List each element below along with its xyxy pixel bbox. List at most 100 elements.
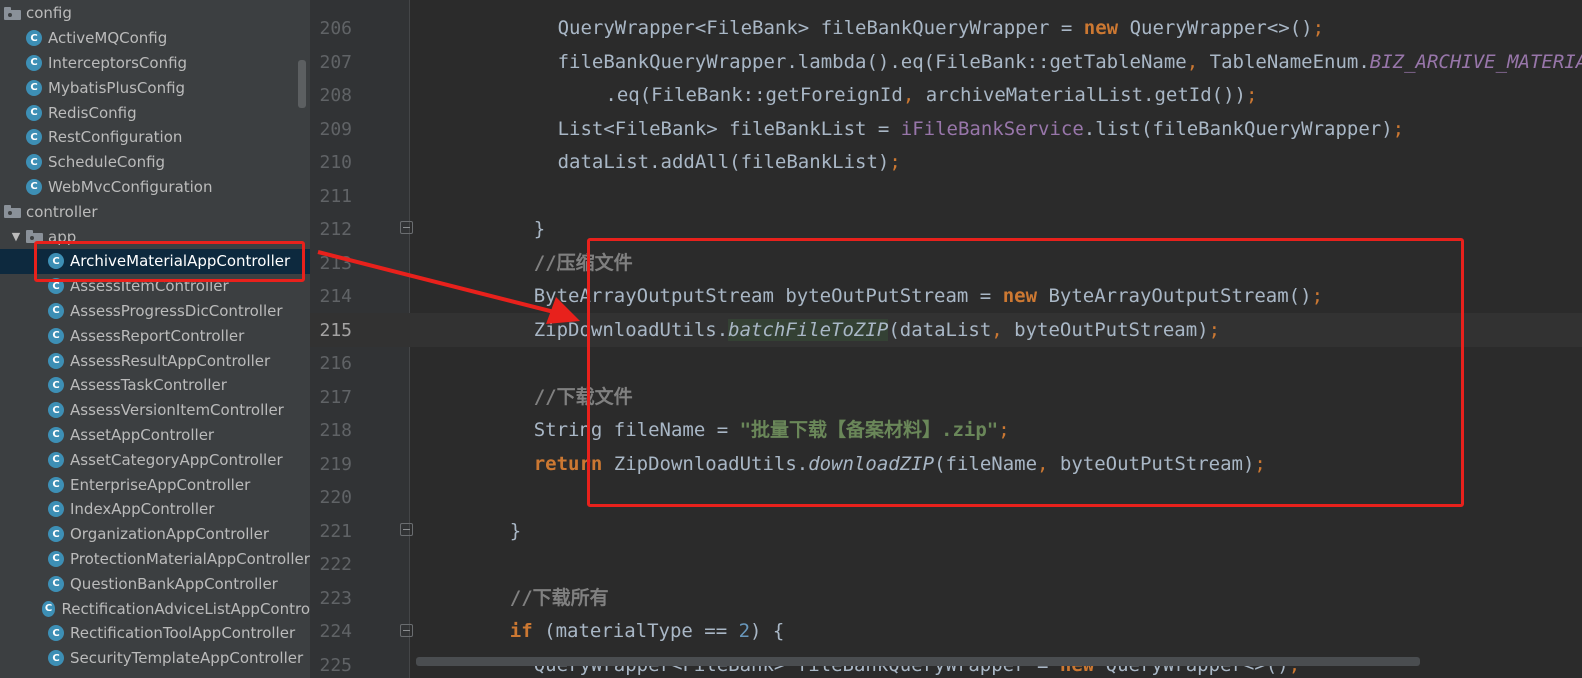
line-number: 215 bbox=[319, 319, 352, 341]
line-number: 211 bbox=[319, 185, 352, 207]
tree-item-label: WebMvcConfiguration bbox=[48, 177, 213, 196]
tree-item-label: AssessReportController bbox=[70, 326, 245, 345]
java-class-icon: C bbox=[48, 377, 64, 394]
java-class-icon: C bbox=[48, 327, 64, 344]
tree-item-label: AssetAppController bbox=[70, 425, 215, 444]
horizontal-scrollbar[interactable] bbox=[416, 657, 1420, 666]
line-number: 210 bbox=[319, 152, 352, 173]
line-number: 207 bbox=[319, 51, 352, 73]
code-line[interactable]: List<FileBank> fileBankList = iFileBankS… bbox=[558, 113, 1405, 147]
code-token: .eq(FileBank::getForeignId bbox=[605, 84, 903, 106]
tree-class-item[interactable]: C AssessProgressDicController bbox=[0, 299, 310, 324]
code-line[interactable]: dataList.addAll(fileBankList); bbox=[558, 146, 901, 180]
expand-arrow-icon[interactable]: ▼ bbox=[8, 230, 24, 243]
tree-item-label: QuestionBankAppController bbox=[70, 574, 278, 593]
tree-item-label: AssetCategoryAppController bbox=[70, 450, 283, 469]
java-class-icon: C bbox=[48, 625, 64, 642]
code-line[interactable]: } bbox=[510, 515, 521, 549]
code-token: BIZ_ARCHIVE_MATERIAL bbox=[1369, 50, 1582, 73]
code-token: (materialType == bbox=[532, 620, 739, 642]
tree-class-item[interactable]: C AssetCategoryAppController bbox=[0, 447, 310, 472]
tree-class-item[interactable]: C RestConfiguration bbox=[0, 125, 310, 150]
tree-folder[interactable]: controller bbox=[0, 199, 310, 224]
tree-item-label: AssessProgressDicController bbox=[70, 301, 283, 320]
sidebar-scrollbar[interactable] bbox=[298, 60, 306, 108]
line-number: 221 bbox=[319, 520, 352, 542]
line-number: 217 bbox=[319, 386, 352, 408]
code-token: , bbox=[1186, 50, 1199, 73]
tree-class-item[interactable]: C QuestionBankAppController bbox=[0, 571, 310, 596]
tree-item-label: RectificationAdviceListAppContro bbox=[61, 599, 310, 618]
code-token: QueryWrapper<>() bbox=[1118, 17, 1313, 39]
tree-class-item[interactable]: C WebMvcConfiguration bbox=[0, 175, 310, 200]
java-class-icon: C bbox=[26, 30, 42, 47]
tree-class-item[interactable]: C ProtectionMaterialAppController bbox=[0, 547, 310, 572]
fold-marker-icon[interactable] bbox=[400, 624, 413, 637]
line-number: 218 bbox=[319, 420, 352, 441]
code-line[interactable]: .eq(FileBank::getForeignId, archiveMater… bbox=[605, 79, 1257, 113]
line-number: 206 bbox=[319, 18, 352, 39]
tree-class-item[interactable]: C EnterpriseAppController bbox=[0, 472, 310, 497]
line-number: 208 bbox=[319, 85, 352, 106]
code-token: QueryWrapper<FileBank> fileBankQueryWrap… bbox=[557, 17, 1084, 39]
tree-class-item[interactable]: C IndexAppController bbox=[0, 497, 310, 522]
code-token: } bbox=[509, 519, 522, 542]
tree-class-item[interactable]: C ScheduleConfig bbox=[0, 150, 310, 175]
code-line[interactable]: if (materialType == 2) { bbox=[510, 615, 785, 649]
java-class-icon: C bbox=[26, 104, 42, 121]
annotation-box-code bbox=[587, 238, 1464, 507]
tree-class-item[interactable]: C MybatisPlusConfig bbox=[0, 75, 310, 100]
java-class-icon: C bbox=[26, 154, 42, 171]
code-token: TableNameEnum. bbox=[1198, 50, 1370, 73]
code-token: , bbox=[902, 84, 915, 106]
tree-class-item[interactable]: C RectificationToolAppController bbox=[0, 621, 310, 646]
code-line[interactable]: //下载所有 bbox=[510, 582, 609, 616]
tree-class-item[interactable]: C ActiveMQConfig bbox=[0, 26, 310, 51]
tree-folder[interactable]: config bbox=[0, 1, 310, 26]
code-token: fileBankQueryWrapper.lambda().eq(FileBan… bbox=[557, 50, 1187, 73]
tree-class-item[interactable]: C AssessVersionItemController bbox=[0, 398, 310, 423]
code-line[interactable]: } bbox=[534, 213, 545, 247]
tree-class-item[interactable]: C AssetAppController bbox=[0, 423, 310, 448]
tree-class-item[interactable]: C RectificationAdviceListAppContro bbox=[0, 596, 310, 621]
tree-item-label: ProtectionMaterialAppController bbox=[70, 549, 310, 568]
tree-item-label: ScheduleConfig bbox=[48, 153, 166, 172]
java-class-icon: C bbox=[26, 178, 42, 195]
line-number: 216 bbox=[319, 353, 352, 374]
code-line[interactable]: QueryWrapper<FileBank> fileBankQueryWrap… bbox=[558, 12, 1324, 46]
tree-class-item[interactable]: C OrganizationAppController bbox=[0, 522, 310, 547]
tree-class-item[interactable]: C AssessTaskController bbox=[0, 373, 310, 398]
project-tree[interactable]: config C ActiveMQConfig C InterceptorsConfig… bbox=[0, 0, 310, 678]
java-class-icon: C bbox=[41, 600, 56, 617]
annotation-box-sidebar bbox=[34, 241, 305, 282]
tree-item-label: MybatisPlusConfig bbox=[48, 78, 186, 97]
tree-item-label: SecurityTemplateAppController bbox=[70, 649, 304, 668]
code-token: archiveMaterialList.getId()) bbox=[914, 84, 1246, 106]
java-class-icon: C bbox=[48, 352, 64, 369]
tree-class-item[interactable]: C RedisConfig bbox=[0, 100, 310, 125]
code-token: ; bbox=[1312, 17, 1325, 39]
code-token: 2 bbox=[738, 620, 751, 642]
tree-item-label: RectificationToolAppController bbox=[70, 624, 296, 643]
tree-item-label: AssessResultAppController bbox=[70, 351, 271, 370]
tree-class-item[interactable]: C SecurityTemplateAppController bbox=[0, 646, 310, 671]
tree-item-label: RedisConfig bbox=[48, 103, 137, 122]
line-number: 219 bbox=[319, 453, 352, 475]
tree-item-label: EnterpriseAppController bbox=[70, 475, 251, 494]
code-line[interactable]: fileBankQueryWrapper.lambda().eq(FileBan… bbox=[558, 46, 1582, 80]
line-number: 225 bbox=[319, 654, 352, 676]
java-class-icon: C bbox=[48, 501, 64, 518]
tree-class-item[interactable]: C AssessResultAppController bbox=[0, 348, 310, 373]
fold-marker-icon[interactable] bbox=[400, 221, 413, 234]
line-number: 214 bbox=[319, 286, 352, 307]
java-class-icon: C bbox=[48, 650, 64, 667]
tree-item-label: OrganizationAppController bbox=[70, 525, 269, 544]
java-class-icon: C bbox=[48, 526, 64, 543]
ide-window: config C ActiveMQConfig C InterceptorsConfig… bbox=[0, 0, 1582, 678]
tree-class-item[interactable]: C InterceptorsConfig bbox=[0, 51, 310, 76]
code-token: ; bbox=[1392, 117, 1405, 140]
fold-marker-icon[interactable] bbox=[400, 523, 413, 536]
code-token: .list(fileBankQueryWrapper) bbox=[1083, 117, 1393, 140]
code-token: dataList.addAll(fileBankList) bbox=[557, 151, 890, 173]
tree-class-item[interactable]: C AssessReportController bbox=[0, 323, 310, 348]
